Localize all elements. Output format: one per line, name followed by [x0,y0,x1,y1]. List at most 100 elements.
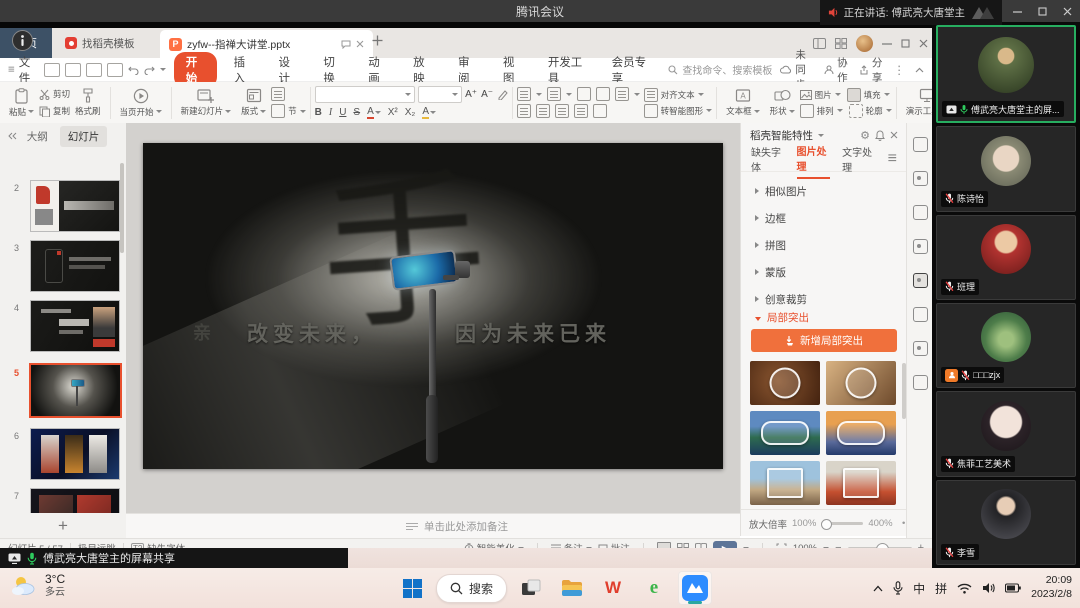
close-tab-icon[interactable] [356,40,364,48]
item-collage[interactable]: 拼图 [755,237,786,253]
maximize-icon[interactable] [1030,0,1055,22]
slide-thumbnail-6[interactable] [30,428,120,480]
item-mask[interactable]: 蒙版 [755,264,786,280]
italic-button[interactable]: I [329,107,332,118]
font-color-button[interactable]: A [367,106,381,119]
panel-menu-icon[interactable]: ≡ [888,150,897,168]
start-button[interactable] [395,571,429,605]
cut-button[interactable]: 剪切 [39,88,70,101]
browser-app-icon[interactable]: e [637,571,671,605]
item-similar-images[interactable]: 相似图片 [755,183,807,199]
preview-icon[interactable] [107,63,123,77]
convert-smartart-button[interactable]: 转智能图形 [644,104,713,117]
participant-tile[interactable]: 陈诗怡 [936,126,1076,211]
superscript-button[interactable]: X² [388,107,398,118]
thumbnail-scrollbar[interactable] [120,163,124,253]
play-from-current-button[interactable]: 当页开始 [115,88,167,118]
font-family-combo[interactable] [315,86,415,103]
tab-docer-template[interactable]: 找稻壳模板 [56,28,144,58]
reuse-slides-icon[interactable] [271,88,306,101]
format-painter-button[interactable]: 格式刷 [70,88,106,117]
panel-close-icon[interactable] [890,131,898,139]
export-icon[interactable] [65,63,81,77]
subscript-button[interactable]: X₂ [405,107,416,118]
current-slide[interactable]: 手 亲 改变未来， 因为未来已来 [143,143,723,469]
tool-properties-icon[interactable] [913,137,928,152]
grow-font-icon[interactable]: A⁺ [465,89,478,100]
collapse-ribbon-icon[interactable] [915,67,924,73]
undo-icon[interactable] [128,65,139,75]
more-vertical-icon[interactable]: ⋮ [894,63,906,77]
shapes-button[interactable]: 形状 [765,88,800,117]
tray-mic-icon[interactable] [893,581,903,595]
new-slide-button[interactable]: 新建幻灯片 [176,88,237,117]
align-text-button[interactable]: 对齐文本 [644,88,713,101]
justify-icon[interactable] [574,104,588,118]
tool-image-edit-icon[interactable] [913,239,928,254]
wps-app-icon[interactable]: W [596,571,630,605]
new-tab-button[interactable] [372,35,383,46]
bullet-list-icon[interactable] [517,87,531,101]
taskbar-search[interactable]: 搜索 [436,574,507,603]
preview-coffee-beans-magnifier[interactable] [750,361,820,405]
bell-icon[interactable] [875,130,885,141]
tab-text-processing[interactable]: 文字处理 [842,140,876,178]
fill-button[interactable]: 填充 [847,88,890,101]
save-icon[interactable] [44,63,60,77]
close-icon[interactable] [1055,0,1080,22]
outline-button[interactable]: 轮廓 [849,104,892,117]
battery-icon[interactable] [1005,583,1021,593]
participant-tile[interactable]: □□□zjx [936,303,1076,388]
tab-image-processing[interactable]: 图片处理 [797,139,831,179]
shrink-font-icon[interactable]: A⁻ [481,89,494,100]
align-center-icon[interactable] [536,104,550,118]
section-button[interactable]: 节 [271,105,306,118]
underline-button[interactable]: U [339,107,346,118]
ime-lang-indicator[interactable]: 中 [913,580,925,597]
preview-handwriting-magnifier[interactable] [826,361,896,405]
preview-city-sunset-capsule-magnifier[interactable] [826,411,896,455]
magnification-slider[interactable] [821,522,863,525]
task-view-button[interactable] [514,571,548,605]
align-left-icon[interactable] [517,104,531,118]
slide-thumbnail-4[interactable] [30,300,120,352]
picture-button[interactable]: 图片 [800,88,841,101]
slide-layout-button[interactable]: 版式 [236,88,271,117]
file-menu[interactable]: ≡ 文件 [8,54,36,86]
arrange-button[interactable]: 排列 [800,104,843,117]
print-icon[interactable] [86,63,102,77]
tab-outline[interactable]: 大纲 [19,126,56,147]
meeting-info-icon[interactable] [12,30,33,51]
tencent-meeting-app-icon[interactable] [678,571,712,605]
share-button[interactable]: 分享 [859,55,884,85]
textbox-button[interactable]: A 文本框 [721,88,765,117]
tool-smart-features-icon[interactable] [913,273,928,288]
tool-animation-icon[interactable] [913,171,928,186]
item-border[interactable]: 边框 [755,210,786,226]
highlight-button[interactable]: A [422,106,436,119]
copy-button[interactable]: 复制 [39,105,70,118]
collab-button[interactable]: 协作 [824,55,849,85]
preview-red-bridge-frame-magnifier[interactable] [826,461,896,505]
bold-button[interactable]: B [315,107,322,118]
weather-widget[interactable]: 3°C 多云 [10,573,65,599]
tab-missing-fonts[interactable]: 缺失字体 [751,140,785,178]
file-explorer-icon[interactable] [555,571,589,605]
item-creative-crop[interactable]: 创意裁剪 [755,291,807,307]
columns-icon[interactable] [593,104,607,118]
tool-help-icon[interactable] [913,375,928,390]
preview-lake-capsule-magnifier[interactable] [750,411,820,455]
volume-icon[interactable] [982,582,995,594]
participant-tile[interactable]: 焦菲工艺美术 [936,391,1076,476]
paste-button[interactable]: 粘贴 [4,88,39,118]
tool-selection-pane-icon[interactable] [913,205,928,220]
slide-thumbnail-2[interactable] [30,180,120,232]
participant-tile[interactable]: 班理 [936,215,1076,300]
add-slide-button[interactable]: + [0,513,126,538]
tray-chevron-up-icon[interactable] [873,585,883,592]
clear-format-icon[interactable] [497,89,508,100]
align-right-icon[interactable] [555,104,569,118]
item-local-highlight[interactable]: 局部突出 [755,311,809,327]
comment-icon[interactable] [341,40,351,49]
increase-indent-icon[interactable] [596,87,610,101]
